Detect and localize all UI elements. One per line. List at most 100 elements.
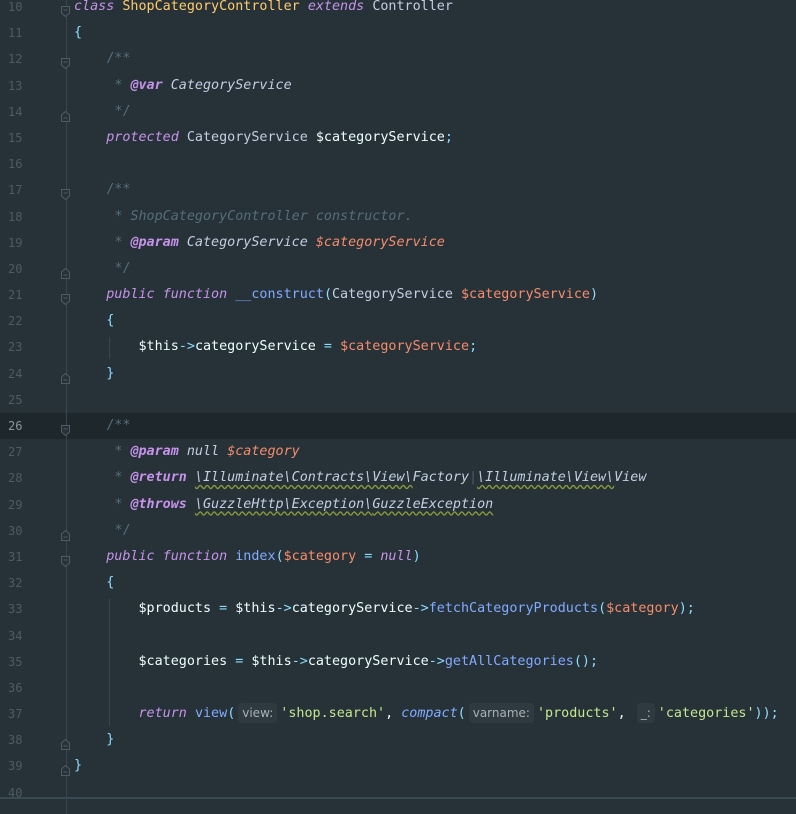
line-number[interactable]: 17 (8, 177, 38, 203)
line-number[interactable]: 37 (8, 701, 38, 727)
line-number[interactable]: 36 (8, 675, 38, 701)
line-number[interactable]: 23 (8, 334, 38, 360)
code-line[interactable]: 25 (0, 387, 796, 413)
code-text[interactable]: } (74, 727, 114, 753)
fold-collapse-icon[interactable] (61, 420, 70, 437)
code-text[interactable]: * ShopCategoryController constructor. (74, 204, 412, 230)
code-text[interactable]: $products = $this->categoryService->fetc… (74, 596, 695, 622)
code-editor[interactable]: 10 class ShopCategoryController extends C… (0, 0, 796, 814)
code-text[interactable]: } (74, 361, 114, 387)
line-number[interactable]: 40 (8, 780, 38, 806)
code-line[interactable]: 20 */ (0, 256, 796, 282)
code-line[interactable]: 13 * @var CategoryService (0, 73, 796, 99)
code-text[interactable]: */ (74, 99, 130, 125)
line-number[interactable]: 14 (8, 99, 38, 125)
fold-end-icon[interactable] (61, 263, 70, 279)
line-number[interactable]: 31 (8, 544, 38, 570)
code-line[interactable]: 23 $this->categoryService = $categorySer… (0, 334, 796, 360)
line-number[interactable]: 18 (8, 204, 38, 230)
line-number[interactable]: 20 (8, 256, 38, 282)
line-number[interactable]: 33 (8, 596, 38, 622)
code-line[interactable]: 31 public function index($category = nul… (0, 544, 796, 570)
code-text[interactable]: */ (74, 518, 130, 544)
code-line[interactable]: 21 public function __construct(CategoryS… (0, 282, 796, 308)
code-text[interactable]: { (74, 570, 114, 596)
code-text[interactable]: protected CategoryService $categoryServi… (74, 125, 453, 151)
code-text[interactable]: /** (74, 46, 130, 72)
code-line[interactable]: 34 (0, 623, 796, 649)
code-line[interactable]: 15 protected CategoryService $categorySe… (0, 125, 796, 151)
line-number[interactable]: 30 (8, 518, 38, 544)
code-line[interactable]: 27 * @param null $category (0, 439, 796, 465)
code-line[interactable]: 17 /** (0, 177, 796, 203)
line-number[interactable]: 13 (8, 73, 38, 99)
fold-end-icon[interactable] (61, 525, 70, 541)
code-line[interactable]: 10 class ShopCategoryController extends C… (0, 0, 796, 20)
fold-collapse-icon[interactable] (61, 53, 70, 70)
line-number[interactable]: 39 (8, 753, 38, 779)
line-number[interactable]: 38 (8, 727, 38, 753)
line-number[interactable]: 27 (8, 439, 38, 465)
code-line[interactable]: 28 * @return \Illuminate\Contracts\View\… (0, 465, 796, 491)
line-number[interactable]: 32 (8, 570, 38, 596)
code-line[interactable]: 36 (0, 675, 796, 701)
line-number[interactable]: 28 (8, 465, 38, 491)
code-text[interactable]: public function index($category = null) (74, 544, 420, 570)
code-line[interactable]: 30 */ (0, 518, 796, 544)
code-text[interactable]: /** (74, 177, 130, 203)
code-line[interactable]: 37 return view(view:'shop.search', compa… (0, 701, 796, 727)
code-text[interactable]: * @param null $category (74, 439, 299, 465)
line-number[interactable]: 10 (8, 0, 38, 20)
code-text[interactable]: * @throws \GuzzleHttp\Exception\GuzzleEx… (74, 492, 493, 518)
fold-collapse-icon[interactable] (61, 551, 70, 568)
code-line[interactable]: 38 } (0, 727, 796, 753)
code-text[interactable]: $categories = $this->categoryService->ge… (74, 649, 599, 675)
fold-end-icon[interactable] (61, 734, 70, 751)
line-number[interactable]: 16 (8, 151, 38, 177)
code-text[interactable]: $this->categoryService = $categoryServic… (74, 334, 478, 360)
code-line[interactable]: 19 * @param CategoryService $categorySer… (0, 230, 796, 256)
line-number[interactable]: 24 (8, 361, 38, 387)
line-number[interactable]: 26 (8, 413, 38, 439)
code-line[interactable]: 33 $products = $this->categoryService->f… (0, 596, 796, 622)
code-line[interactable]: 24 } (0, 361, 796, 387)
line-number[interactable]: 12 (8, 46, 38, 72)
code-text[interactable]: return view(view:'shop.search', compact(… (74, 701, 779, 727)
code-text[interactable]: } (74, 753, 82, 779)
code-text[interactable]: public function __construct(CategoryServ… (74, 282, 598, 308)
code-text[interactable]: { (74, 20, 82, 46)
code-text[interactable]: { (74, 308, 114, 334)
line-number[interactable]: 21 (8, 282, 38, 308)
fold-collapse-icon[interactable] (61, 184, 70, 201)
code-text[interactable]: * @var CategoryService (74, 73, 291, 99)
line-number[interactable]: 15 (8, 125, 38, 151)
line-number[interactable]: 35 (8, 649, 38, 675)
line-number[interactable]: 25 (8, 387, 38, 413)
code-text[interactable]: * @return \Illuminate\Contracts\View\Fac… (74, 465, 646, 491)
line-number[interactable]: 11 (8, 20, 38, 46)
code-line[interactable]: 32 { (0, 570, 796, 596)
fold-collapse-icon[interactable] (61, 1, 70, 18)
code-text[interactable]: class ShopCategoryController extends Con… (74, 0, 453, 20)
code-line[interactable]: 26 /** (0, 413, 796, 440)
code-line[interactable]: 11 { (0, 20, 796, 46)
code-line[interactable]: 14 */ (0, 99, 796, 125)
line-number[interactable]: 22 (8, 308, 38, 334)
code-line[interactable]: 39} (0, 753, 796, 779)
fold-end-icon[interactable] (61, 368, 70, 384)
code-text[interactable]: */ (74, 256, 130, 282)
code-line[interactable]: 35 $categories = $this->categoryService-… (0, 649, 796, 675)
code-line[interactable]: 29 * @throws \GuzzleHttp\Exception\Guzzl… (0, 492, 796, 518)
fold-end-icon[interactable] (61, 760, 70, 777)
fold-end-icon[interactable] (61, 106, 70, 122)
code-line[interactable]: 18 * ShopCategoryController constructor. (0, 204, 796, 230)
code-text[interactable]: * @param CategoryService $categoryServic… (74, 230, 445, 256)
line-number[interactable]: 34 (8, 623, 38, 649)
code-line[interactable]: 12 /** (0, 46, 796, 72)
fold-collapse-icon[interactable] (61, 289, 70, 306)
code-line[interactable]: 16 (0, 151, 796, 177)
code-line[interactable]: 22 { (0, 308, 796, 334)
code-text[interactable]: /** (74, 413, 130, 439)
line-number[interactable]: 29 (8, 492, 38, 518)
code-line[interactable]: 40 (0, 780, 796, 806)
